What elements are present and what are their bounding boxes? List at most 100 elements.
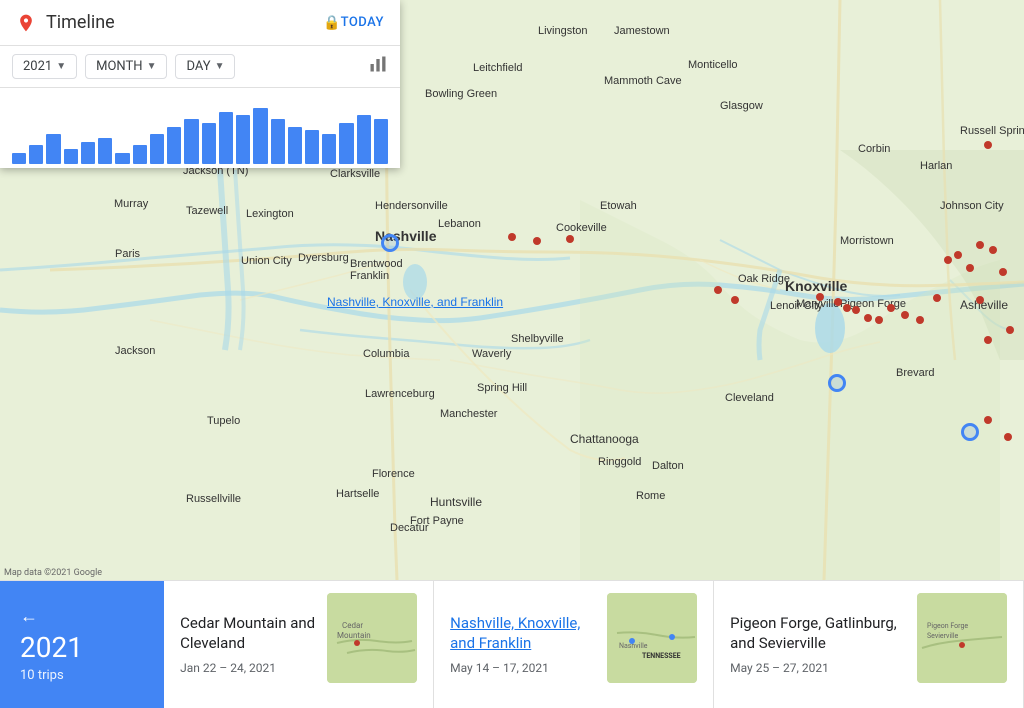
trip-card-cedar[interactable]: Cedar Mountain and Cleveland Jan 22 – 24… (164, 581, 434, 708)
florence-label: Florence (372, 468, 415, 480)
dalton-label: Dalton (652, 460, 684, 472)
clarksville-label: Clarksville (330, 168, 380, 180)
svg-text:TENNESSEE: TENNESSEE (642, 652, 681, 660)
chart-bar-8 (150, 134, 164, 164)
decatur-label: Decatur (390, 522, 429, 534)
marker-17 (954, 251, 962, 259)
period-filter[interactable]: MONTH ▼ (85, 54, 167, 79)
year-panel: ← 2021 10 trips (0, 581, 164, 708)
year-chevron-icon: ▼ (56, 61, 66, 72)
chart-bar-14 (253, 108, 267, 164)
timeline-title: Timeline (46, 12, 315, 33)
nashville-link-label[interactable]: Nashville, Knoxville, and Franklin (327, 295, 503, 309)
timeline-panel: Timeline 🔒 TODAY 2021 ▼ MONTH ▼ DAY ▼ (0, 0, 400, 168)
leitchfield-label: Livingston (538, 25, 588, 37)
marker-12 (887, 304, 895, 312)
period-filter-value: MONTH (96, 59, 142, 74)
trip-card-pigeon[interactable]: Pigeon Forge, Gatlinburg, and Seviervill… (714, 581, 1024, 708)
trip-card-pigeon-thumbnail: Pigeon Forge Sevierville (917, 593, 1007, 683)
chart-bar-17 (305, 130, 319, 164)
camden-label: Union City (241, 255, 292, 267)
trip-card-pigeon-info: Pigeon Forge, Gatlinburg, and Seviervill… (730, 593, 905, 696)
chart-bar-7 (133, 145, 147, 164)
chart-bar-10 (184, 119, 198, 164)
chart-bar-5 (98, 138, 112, 164)
chart-bar-15 (271, 119, 285, 164)
trip-card-nashville-date: May 14 – 17, 2021 (450, 661, 595, 675)
nashville-ring-marker (381, 234, 399, 252)
year-filter-value: 2021 (23, 59, 52, 74)
today-button[interactable]: TODAY (341, 15, 384, 30)
marker-20 (989, 246, 997, 254)
montcello-label: Monticello (688, 59, 738, 71)
marker-23 (984, 141, 992, 149)
chart-bar-6 (115, 153, 129, 164)
lenoir-city-label: Lenoir City (770, 300, 823, 312)
livingston-label: Etowah (600, 200, 637, 212)
lock-icon: 🔒 (323, 15, 340, 31)
day-filter-value: DAY (186, 59, 210, 74)
marker-16 (944, 256, 952, 264)
columbia-label: Columbia (363, 348, 409, 360)
marker-3 (566, 235, 574, 243)
chart-bar-16 (288, 127, 302, 164)
paris-label: Lexington (246, 208, 294, 220)
day-filter[interactable]: DAY ▼ (175, 54, 235, 79)
marker-7 (834, 298, 842, 306)
chart-bar-9 (167, 127, 181, 164)
mammoth-cave-label: Leitchfield (473, 62, 523, 74)
ringgold-label: Ringgold (598, 456, 641, 468)
corbin-label: Glasgow (720, 100, 763, 112)
marker-18 (966, 264, 974, 272)
marker-10 (864, 314, 872, 322)
chart-icon-button[interactable] (368, 54, 388, 79)
jackson-label: Jackson (115, 345, 155, 357)
marker-15 (933, 294, 941, 302)
new-albany-label: Russellville (186, 493, 241, 505)
chart-bar-3 (64, 149, 78, 164)
marker-27 (1004, 433, 1012, 441)
marker-2 (533, 237, 541, 245)
chart-bar-13 (236, 115, 250, 164)
marker-14 (916, 316, 924, 324)
back-arrow-button[interactable]: ← (20, 606, 144, 627)
ring-marker-3 (961, 423, 979, 441)
cleveland-label: Cleveland (725, 392, 774, 404)
middlesboro-label: Corbin (858, 143, 890, 155)
chart-bar-2 (46, 134, 60, 164)
chart-bar-4 (81, 142, 95, 164)
marker-22 (976, 296, 984, 304)
hendersonville-label: Hendersonville (375, 200, 448, 212)
trip-card-nashville[interactable]: Nashville, Knoxville, and Franklin May 1… (434, 581, 714, 708)
maps-pin-icon (16, 13, 36, 33)
marker-8 (843, 304, 851, 312)
russell-springs-label: Mammoth Cave (604, 75, 682, 87)
johnson-city-label: Johnson City (940, 200, 1004, 212)
tullahoma-label: Spring Hill (477, 382, 527, 394)
pulaski-label: Lawrenceburg (365, 388, 435, 400)
chart-bar-18 (322, 134, 336, 164)
bar-chart (0, 88, 400, 168)
marker-1 (508, 233, 516, 241)
trip-card-nashville-title[interactable]: Nashville, Knoxville, and Franklin (450, 614, 595, 653)
marker-11 (875, 316, 883, 324)
trip-card-pigeon-title: Pigeon Forge, Gatlinburg, and Seviervill… (730, 614, 905, 653)
trip-card-cedar-date: Jan 22 – 24, 2021 (180, 661, 315, 675)
union-city-label: Murray (114, 198, 148, 210)
trip-card-cedar-info: Cedar Mountain and Cleveland Jan 22 – 24… (180, 593, 315, 696)
fort-payne-label: Fort Payne (410, 515, 464, 527)
trip-card-pigeon-date: May 25 – 27, 2021 (730, 661, 905, 675)
svg-text:Mountain: Mountain (337, 631, 371, 640)
marker-6 (816, 293, 824, 301)
muscle-shoals-label: Hartselle (336, 488, 379, 500)
harlan-label: Harlan (920, 160, 952, 172)
chattanooga-label: Chattanooga (570, 432, 639, 446)
year-filter[interactable]: 2021 ▼ (12, 54, 77, 79)
brentwood-label: Brentwood (350, 258, 403, 270)
campbellsville-label: Jamestown (614, 25, 670, 37)
marker-26 (984, 416, 992, 424)
shelbyville-label: Waverly (472, 348, 511, 360)
cookeville-label: Cookeville (556, 222, 607, 234)
svg-text:Cedar: Cedar (342, 621, 363, 630)
chart-bar-19 (339, 123, 353, 164)
